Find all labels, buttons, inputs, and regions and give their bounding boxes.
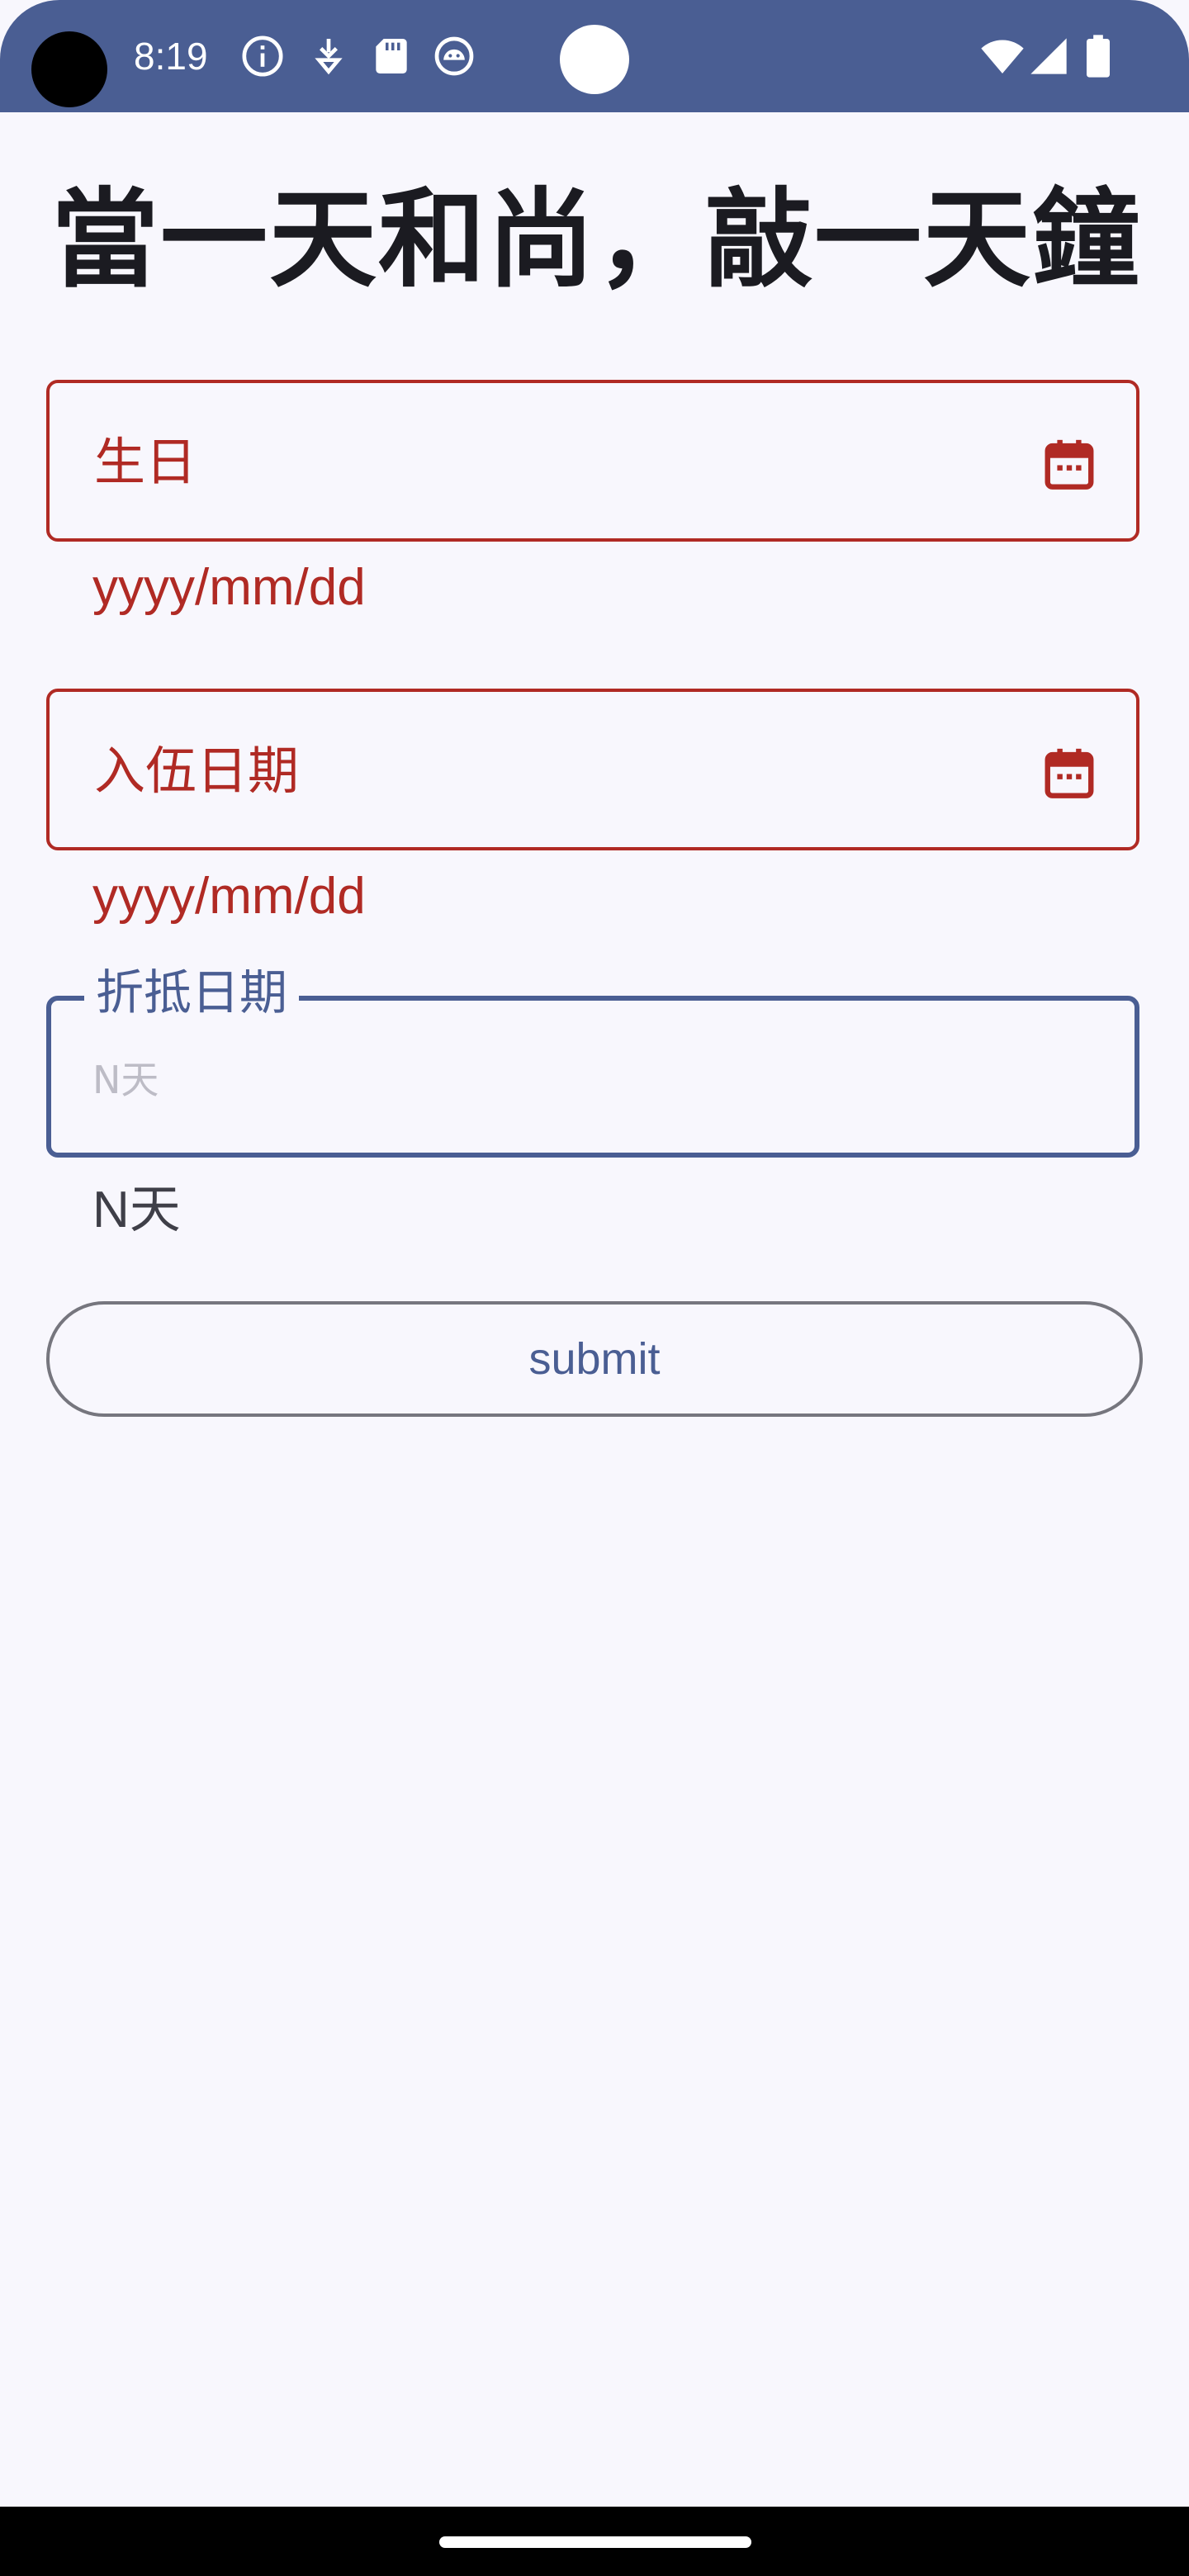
enlist-date-field[interactable]: 入伍日期 xyxy=(46,689,1139,850)
birthday-label: 生日 xyxy=(94,432,197,492)
calendar-icon[interactable] xyxy=(1040,434,1098,494)
wifi-icon xyxy=(981,40,1024,73)
status-bar: 8:19 xyxy=(0,0,1189,112)
enlist-date-label: 入伍日期 xyxy=(94,741,300,801)
center-camera-dot xyxy=(560,25,629,94)
camera-cutout xyxy=(31,31,107,107)
sd-card-icon xyxy=(376,39,407,73)
discount-days-field[interactable]: 折抵日期 N天 xyxy=(46,959,1139,1158)
page-title: 當一天和尚，敲一天鐘 xyxy=(51,177,1142,302)
discount-days-helper-text: N天 xyxy=(92,1181,181,1238)
info-icon xyxy=(242,36,283,77)
android-icon xyxy=(434,36,474,76)
app-screen: 8:19 當一天和尚，敲一天鐘 生日 yyyy/mm/dd 入伍日期 yyyy/… xyxy=(0,0,1189,2576)
calendar-icon[interactable] xyxy=(1040,743,1098,803)
submit-button[interactable]: submit xyxy=(46,1301,1143,1417)
status-time: 8:19 xyxy=(134,35,208,78)
birthday-field[interactable]: 生日 xyxy=(46,380,1139,542)
discount-days-label: 折抵日期 xyxy=(84,959,300,1025)
signal-icon xyxy=(1030,38,1067,74)
enlist-date-helper-text: yyyy/mm/dd xyxy=(92,868,366,925)
birthday-helper-text: yyyy/mm/dd xyxy=(92,559,366,616)
discount-days-input[interactable]: N天 xyxy=(92,1055,159,1105)
download-icon xyxy=(315,39,343,75)
home-indicator[interactable] xyxy=(439,2536,751,2548)
battery-icon xyxy=(1087,35,1110,78)
